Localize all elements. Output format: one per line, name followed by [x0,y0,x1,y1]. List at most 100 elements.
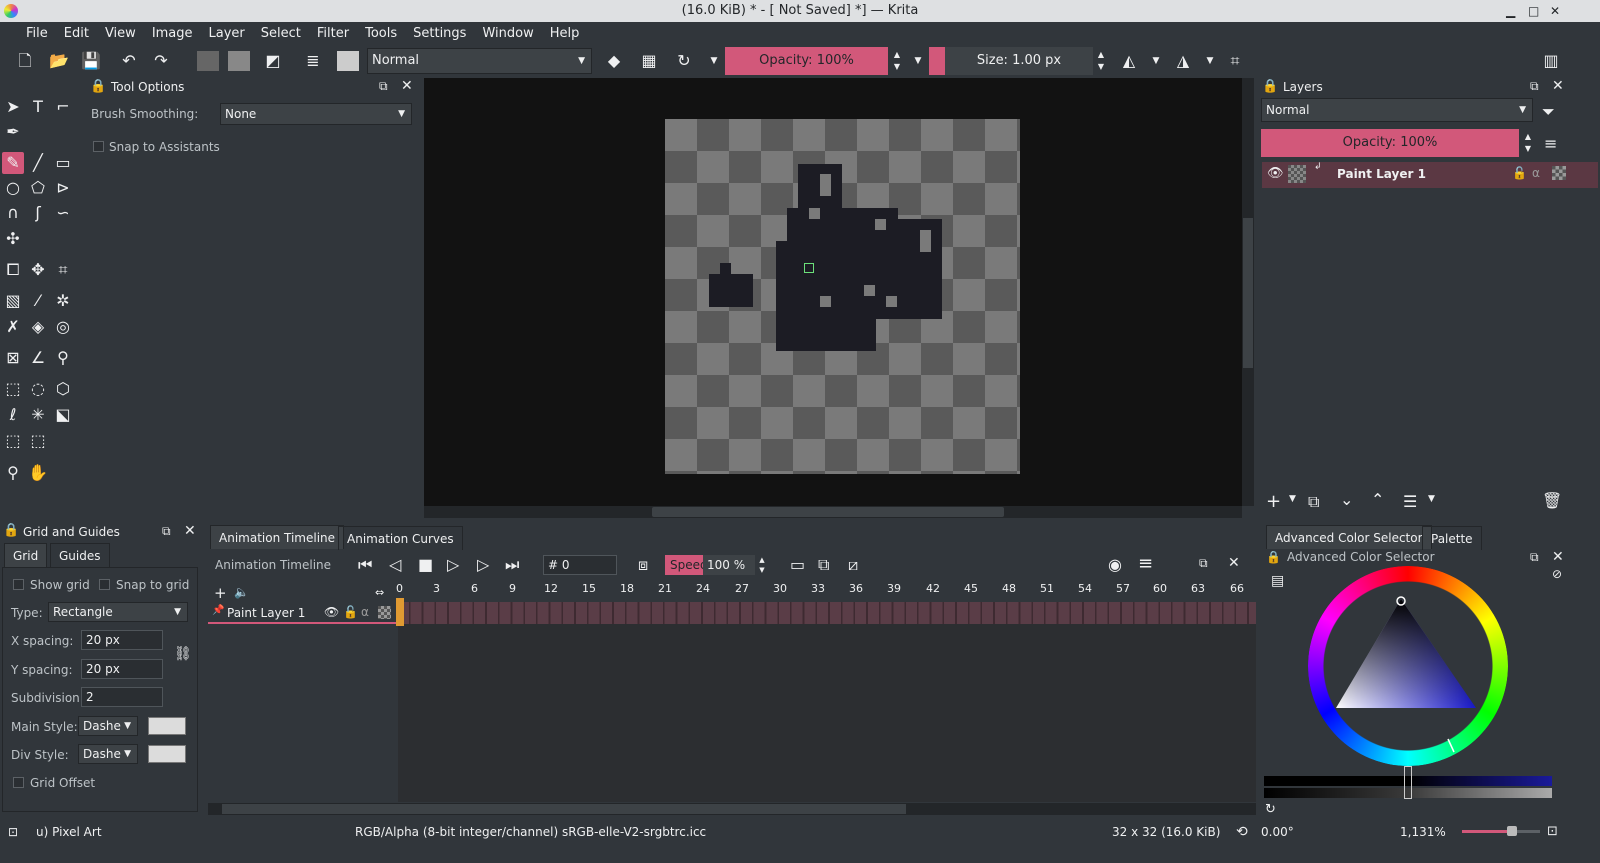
spin-up-icon[interactable]: ▲ [1095,49,1107,61]
chevron-down-icon[interactable]: ▼ [1428,494,1435,504]
tab-guides[interactable]: Guides [50,543,110,567]
spin-up-icon[interactable]: ▲ [756,555,768,565]
assistant-tool-icon[interactable]: ⊠ [2,347,24,369]
grid-type-select[interactable]: Rectangle ▼ [48,602,188,622]
snap-assistants-checkbox[interactable] [93,141,104,152]
chevron-down-icon[interactable]: ▼ [1199,51,1221,71]
audio-icon[interactable]: 🔈 [234,585,249,599]
open-document-icon[interactable]: 📂 [48,51,70,71]
minimize-button[interactable]: ▁ [1506,0,1515,22]
zoom-slider-handle[interactable] [1507,826,1517,836]
move-layer-up-icon[interactable]: ⌃ [1371,490,1384,509]
multibrush-icon[interactable]: ✣ [2,228,24,250]
similar-select-icon[interactable]: ⬕ [52,404,74,426]
redo-icon[interactable]: ↷ [150,51,172,71]
close-panel-icon[interactable]: ✕ [1552,78,1564,94]
menu-edit[interactable]: Edit [56,26,97,41]
zoom-tool-icon[interactable]: ⚲ [2,462,24,484]
size-slider[interactable]: Size: 1.00 px [945,47,1093,75]
frame-view-icon[interactable]: ▭ [790,555,805,574]
close-panel-icon[interactable]: ✕ [1552,549,1564,565]
snap-grid-checkbox[interactable] [99,579,110,590]
tab-palette[interactable]: Palette [1422,526,1482,550]
canvas-area[interactable] [424,78,1242,506]
maximize-button[interactable]: □ [1528,0,1539,22]
visibility-eye-icon[interactable]: 👁 [324,605,339,619]
pan-tool-icon[interactable]: ✋ [27,462,49,484]
menu-tools[interactable]: Tools [357,26,405,41]
menu-window[interactable]: Window [474,26,541,41]
x-spacing-input[interactable]: 20 px [81,630,163,650]
grid-offset-checkbox[interactable] [13,777,24,788]
enclose-fill-icon[interactable]: ◎ [52,316,74,338]
float-panel-icon[interactable]: ⧉ [379,79,388,94]
brush-icon[interactable]: ⊡ [8,820,18,844]
new-document-icon[interactable]: 🗋 [14,51,36,71]
layer-lock-icon[interactable]: 🔓 [1512,166,1527,180]
scroll-thumb[interactable] [1243,218,1253,368]
magnetic-select-icon[interactable]: ⬚ [27,430,49,452]
y-spacing-input[interactable]: 20 px [81,659,163,679]
close-button[interactable]: ✕ [1550,0,1560,22]
spin-down-icon[interactable]: ▼ [1522,143,1534,155]
add-layer-icon[interactable]: + [1266,491,1281,512]
measure-tool-icon[interactable]: ∠ [27,347,49,369]
div-style-select[interactable]: Dashe ▼ [78,744,138,764]
fullscreen-icon[interactable]: ⊡ [1547,820,1558,844]
move-tool-icon[interactable]: ✥ [27,259,49,281]
scroll-thumb[interactable] [652,507,1004,517]
spin-up-icon[interactable]: ▲ [1522,131,1534,143]
slider-handle[interactable] [1404,766,1412,799]
tab-animation-curves[interactable]: Animation Curves [338,526,463,550]
ellipse-tool-icon[interactable]: ○ [2,177,24,199]
frame-ruler[interactable]: 0 3 6 9 12 15 18 21 24 27 30 33 36 39 42… [396,582,1256,602]
auto-frame-icon[interactable]: ⧄ [848,555,858,575]
lock-icon[interactable]: 🔒 [1262,79,1278,94]
gradient-icon[interactable] [228,51,250,71]
image-canvas[interactable] [665,119,1020,474]
blend-mode-select[interactable]: Normal ▼ [367,48,592,74]
menu-select[interactable]: Select [253,26,309,41]
gradient-tool-icon[interactable]: ▧ [2,290,24,312]
layer-blend-select[interactable]: Normal ▼ [1261,98,1533,122]
eraser-icon[interactable]: ◆ [603,51,625,71]
select-shapes-icon[interactable]: ➤ [2,96,24,118]
menu-help[interactable]: Help [542,26,588,41]
speed-label[interactable]: Speed: [665,555,712,575]
visibility-eye-icon[interactable]: 👁 [1267,166,1284,181]
reference-tool-icon[interactable]: ⚲ [52,347,74,369]
chevron-down-icon[interactable]: ▼ [907,51,929,71]
mirror-vertical-icon[interactable]: ◮ [1172,51,1194,71]
alpha-lock-icon[interactable]: ▦ [638,51,660,71]
freehand-select-icon[interactable]: ℓ [2,404,24,426]
speed-value[interactable]: 100 % [703,555,755,575]
float-panel-icon[interactable]: ⧉ [1199,556,1208,571]
stop-icon[interactable]: ■ [418,555,433,574]
transform-tool-icon[interactable]: ⧠ [2,259,24,281]
inherit-alpha-icon[interactable] [1552,166,1566,180]
layer-row[interactable]: 👁 ↲ Paint Layer 1 🔓 α [1262,162,1598,188]
refresh-icon[interactable]: ↻ [1265,802,1276,817]
lock-icon[interactable]: 🔒 [90,79,106,94]
bezier-select-icon[interactable]: ⬚ [2,430,24,452]
polyline-tool-icon[interactable]: ⊳ [52,177,74,199]
onion-skins-icon[interactable]: ◉ [1108,555,1122,574]
text-tool-icon[interactable]: T [27,96,49,118]
opacity-slider[interactable]: Opacity: 100% [725,47,888,75]
size-slider-fill[interactable] [929,47,945,75]
onion-skin-icon[interactable]: ⧉ [818,555,829,575]
layer-lock-icon[interactable]: 🔓 [343,605,358,619]
bezier-tool-icon[interactable]: ∩ [2,202,24,224]
close-panel-icon[interactable]: ✕ [1228,555,1240,571]
menu-layer[interactable]: Layer [201,26,253,41]
horizontal-scrollbar[interactable] [424,506,1242,518]
duplicate-layer-icon[interactable]: ⧉ [1308,492,1319,512]
freehand-brush-icon[interactable]: ✎ [2,152,24,174]
spin-down-icon[interactable]: ▼ [1095,61,1107,73]
vertical-scrollbar[interactable] [1242,78,1254,506]
magic-wand-icon[interactable]: ✳ [27,404,49,426]
crop-tool-icon[interactable]: ⌗ [52,259,74,281]
alpha-lock-icon[interactable]: α [1532,166,1540,180]
color-wheel[interactable] [1308,566,1508,766]
link-icon[interactable]: ⛓ [174,646,192,662]
